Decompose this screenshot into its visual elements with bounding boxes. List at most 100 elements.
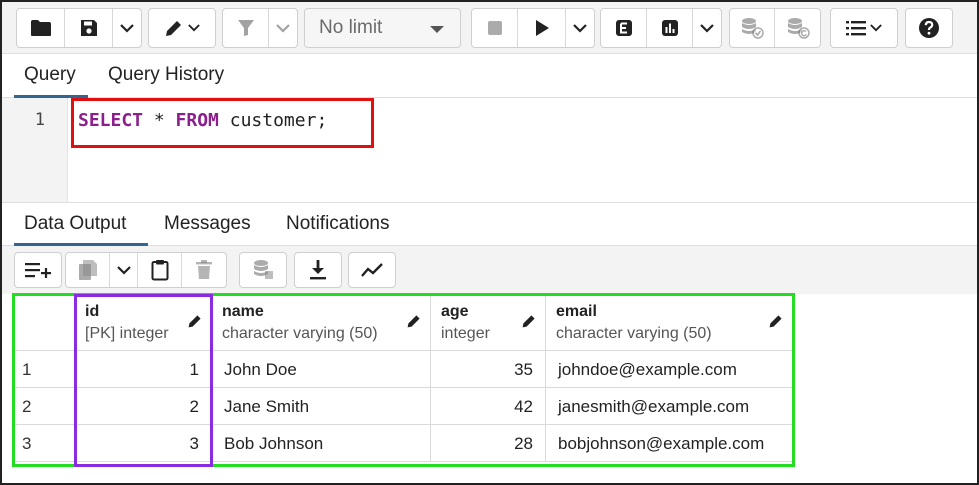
commit-icon (742, 18, 764, 39)
graph-group (348, 252, 396, 288)
line-chart-icon (361, 263, 383, 277)
stop-icon (487, 21, 502, 35)
chevron-down-icon (116, 265, 131, 275)
save-button[interactable] (65, 9, 113, 47)
cell-email[interactable]: johndoe@example.com (546, 351, 793, 388)
cell-id[interactable]: 2 (75, 388, 212, 425)
column-header-email[interactable]: email character varying (50) (546, 295, 793, 351)
edit-pencil-icon[interactable] (187, 313, 203, 329)
cell-id[interactable]: 1 (75, 351, 212, 388)
chevron-down-icon (120, 23, 134, 33)
add-row-button[interactable] (15, 253, 61, 287)
tab-data-output[interactable]: Data Output (24, 213, 126, 235)
explain-options-dropdown[interactable] (693, 9, 721, 47)
row-number[interactable]: 3 (14, 425, 75, 462)
editor-gutter: 1 (2, 98, 68, 202)
row-limit-select[interactable]: No limit (304, 8, 461, 48)
commit-button[interactable] (730, 9, 775, 47)
cell-age[interactable]: 28 (431, 425, 546, 462)
column-header-id[interactable]: id [PK] integer (75, 295, 212, 351)
explain-analyze-button[interactable] (647, 9, 693, 47)
delete-row-button[interactable] (182, 253, 226, 287)
trash-icon (196, 260, 212, 279)
row-number-header (14, 295, 75, 351)
rollback-icon (787, 18, 810, 39)
paste-button[interactable] (138, 253, 182, 287)
query-tabs: Query Query History (2, 54, 977, 98)
cell-name[interactable]: John Doe (212, 351, 431, 388)
tab-messages[interactable]: Messages (164, 213, 251, 235)
table-row[interactable]: 1 1 John Doe 35 johndoe@example.com (14, 351, 793, 388)
query-highlight-box (71, 98, 374, 148)
filter-button[interactable] (223, 9, 269, 47)
cell-id[interactable]: 3 (75, 425, 212, 462)
download-icon (310, 260, 326, 280)
cell-age[interactable]: 35 (431, 351, 546, 388)
caret-down-icon (430, 26, 444, 33)
table-row[interactable]: 2 2 Jane Smith 42 janesmith@example.com (14, 388, 793, 425)
row-number[interactable]: 2 (14, 388, 75, 425)
data-output-grid: id [PK] integer name character varying (… (14, 295, 793, 465)
filter-dropdown-button[interactable] (269, 9, 297, 47)
copy-button[interactable] (66, 253, 110, 287)
explain-button-group (600, 8, 722, 48)
cell-age[interactable]: 42 (431, 388, 546, 425)
help-button-group (905, 8, 953, 48)
download-csv-button[interactable] (295, 253, 341, 287)
column-type: character varying (50) (556, 325, 712, 342)
chevron-down-icon (276, 23, 290, 33)
explain-icon (615, 20, 632, 36)
output-tabs: Data Output Messages Notifications (2, 202, 977, 246)
execute-options-dropdown[interactable] (566, 9, 594, 47)
execute-play-icon (535, 20, 549, 36)
row-number[interactable]: 1 (14, 351, 75, 388)
column-header-age[interactable]: age integer (431, 295, 546, 351)
chevron-down-icon (700, 23, 714, 33)
macros-menu-button[interactable] (831, 9, 897, 47)
filter-button-group (222, 8, 298, 48)
explain-button[interactable] (601, 9, 647, 47)
macros-icon (846, 21, 866, 36)
column-type: integer (441, 325, 490, 342)
save-data-changes-button[interactable] (240, 253, 286, 287)
save-data-icon (254, 260, 273, 279)
stop-button[interactable] (472, 9, 518, 47)
column-name: email (556, 303, 597, 320)
copy-paste-group (65, 252, 227, 288)
edit-pencil-icon[interactable] (406, 313, 422, 329)
save-dropdown-button[interactable] (113, 9, 141, 47)
chevron-down-icon (188, 24, 200, 32)
line-number: 1 (34, 110, 45, 130)
execute-button-group (471, 8, 595, 48)
explain-analyze-icon (661, 20, 678, 36)
add-row-icon (25, 263, 51, 278)
column-header-name[interactable]: name character varying (50) (212, 295, 431, 351)
column-type: character varying (50) (222, 325, 378, 342)
tab-notifications[interactable]: Notifications (286, 213, 390, 235)
execute-button[interactable] (518, 9, 566, 47)
edit-pencil-icon (166, 21, 181, 36)
cell-email[interactable]: bobjohnson@example.com (546, 425, 793, 462)
tab-query-history[interactable]: Query History (108, 64, 224, 86)
cell-name[interactable]: Bob Johnson (212, 425, 431, 462)
edit-button-group (148, 8, 216, 48)
cell-name[interactable]: Jane Smith (212, 388, 431, 425)
macros-button-group (830, 8, 898, 48)
file-button-group (16, 8, 142, 48)
edit-menu-button[interactable] (149, 9, 215, 47)
table-row[interactable]: 3 3 Bob Johnson 28 bobjohnson@example.co… (14, 425, 793, 462)
download-group (294, 252, 342, 288)
edit-pencil-icon[interactable] (768, 313, 784, 329)
transaction-button-group (729, 8, 821, 48)
graph-visualiser-button[interactable] (349, 253, 395, 287)
cell-email[interactable]: janesmith@example.com (546, 388, 793, 425)
row-limit-value: No limit (319, 17, 383, 38)
edit-pencil-icon[interactable] (521, 313, 537, 329)
copy-options-dropdown[interactable] (110, 253, 138, 287)
open-file-button[interactable] (17, 9, 65, 47)
tab-query[interactable]: Query (24, 64, 76, 86)
rollback-button[interactable] (775, 9, 820, 47)
open-file-icon (30, 20, 51, 36)
help-button[interactable] (906, 9, 952, 47)
help-icon (919, 18, 939, 38)
